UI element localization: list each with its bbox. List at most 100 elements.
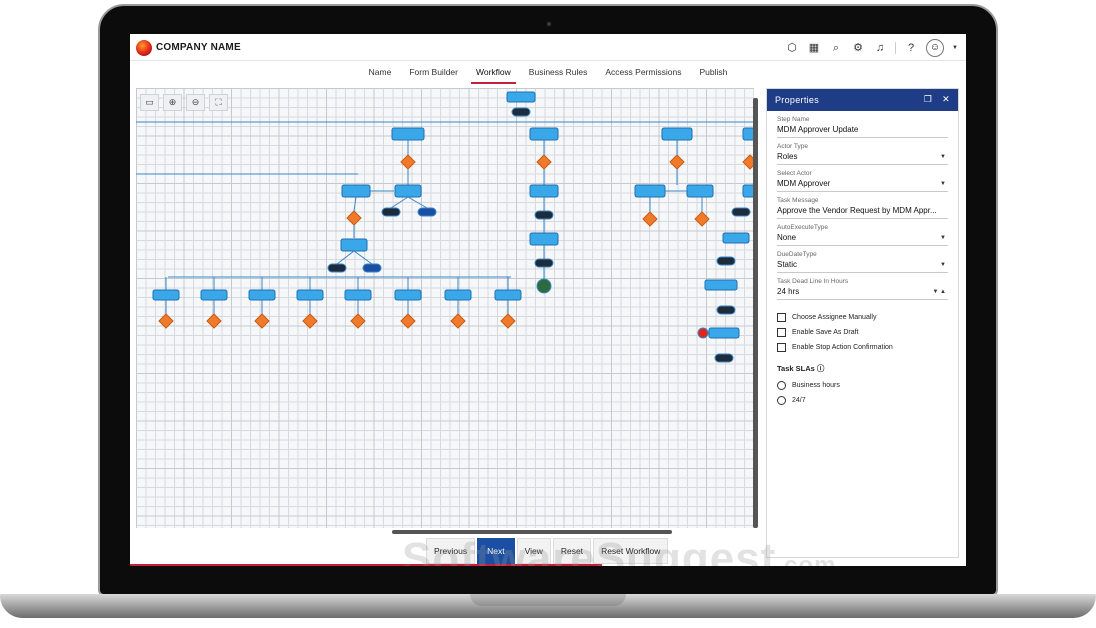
field-label: Task Dead Line In Hours <box>777 278 849 285</box>
workflow-step-node <box>341 184 371 198</box>
connector-line <box>390 196 409 209</box>
properties-title: Properties <box>775 95 820 105</box>
workflow-step-node <box>444 289 472 301</box>
decision-diamond <box>450 313 466 329</box>
checkbox-option[interactable]: Choose Assignee Manually <box>777 310 948 325</box>
company-logo[interactable] <box>136 40 152 56</box>
field-value[interactable]: 24 hrs <box>777 287 948 296</box>
chevron-down-icon[interactable]: ▼ <box>940 235 946 241</box>
field-value[interactable]: Static <box>777 260 948 269</box>
bell-icon[interactable]: ♫ <box>873 40 887 56</box>
property-field[interactable]: Step Name MDM Approver Update <box>777 111 948 138</box>
tools-icon[interactable]: ⚙ <box>851 40 865 56</box>
tab-name[interactable]: Name <box>360 62 401 84</box>
decision-diamond <box>346 210 362 226</box>
end-node <box>536 278 552 294</box>
property-field[interactable]: Task Message Approve the Vendor Request b… <box>777 192 948 219</box>
workflow-canvas[interactable]: ▭ ⊕ ⊖ ⛶ <box>136 88 754 528</box>
workflow-step-node <box>394 184 422 198</box>
decision-diamond <box>400 154 416 170</box>
tab-publish[interactable]: Publish <box>690 62 736 84</box>
property-field[interactable]: Actor Type Roles ▼ <box>777 138 948 165</box>
tab-access-permissions[interactable]: Access Permissions <box>596 62 690 84</box>
chevron-down-icon[interactable]: ▼ <box>940 262 946 268</box>
property-field[interactable]: Task Dead Line In Hours 24 hrs ▼ ▲ <box>777 273 948 300</box>
user-icon[interactable]: ☺ <box>926 39 944 57</box>
workflow-step-node <box>391 127 425 141</box>
radio-label: 24/7 <box>792 397 806 404</box>
close-icon[interactable]: ✕ <box>942 94 950 105</box>
workflow-step-node <box>296 289 324 301</box>
chevron-down-icon[interactable]: ▼ <box>952 40 958 56</box>
chevron-down-icon[interactable]: ▼ <box>940 154 946 160</box>
help-icon[interactable]: ? <box>904 40 918 56</box>
calendar-icon[interactable]: ▦ <box>807 40 821 56</box>
properties-panel: Properties ❐ ✕ Step Name MDM Approver Upd… <box>766 88 959 558</box>
header-icons: ⬡ ▦ ⌕ ⚙ ♫ ? ☺ ▼ <box>785 39 958 57</box>
field-label: Actor Type <box>777 143 808 150</box>
property-field[interactable]: AutoExecuteType None ▼ <box>777 219 948 246</box>
tab-workflow[interactable]: Workflow <box>467 62 520 84</box>
field-value[interactable]: Roles <box>777 152 948 161</box>
action-pill <box>716 305 736 315</box>
checkbox[interactable] <box>777 343 786 352</box>
connector-line <box>407 196 428 209</box>
tab-form-builder[interactable]: Form Builder <box>400 62 467 84</box>
decision-diamond <box>694 211 710 227</box>
camera-icon <box>547 22 551 26</box>
action-pill <box>511 107 531 117</box>
radio-option[interactable]: 24/7 <box>777 393 958 408</box>
workflow-step-node <box>686 184 714 198</box>
properties-fields: Step Name MDM Approver Update Actor Type Ro… <box>767 111 958 300</box>
workflow-step-node <box>708 327 740 339</box>
canvas-vertical-scrollbar[interactable] <box>753 98 758 528</box>
checkbox[interactable] <box>777 313 786 322</box>
field-value[interactable]: MDM Approver <box>777 179 948 188</box>
zoom-out-icon[interactable]: ⊖ <box>186 94 205 111</box>
stepper-icon[interactable]: ▼ ▲ <box>932 289 946 295</box>
workflow-step-node <box>152 289 180 301</box>
checkbox[interactable] <box>777 328 786 337</box>
radio-button[interactable] <box>777 381 786 390</box>
info-icon[interactable]: ⓘ <box>817 364 825 373</box>
fullscreen-icon[interactable]: ⛶ <box>209 94 228 111</box>
action-pill <box>714 353 734 363</box>
connector-line <box>336 250 355 265</box>
field-value[interactable]: Approve the Vendor Request by MDM Appr..… <box>777 206 948 215</box>
action-pill <box>327 263 347 273</box>
field-value[interactable]: None <box>777 233 948 242</box>
top-bar: COMPANY NAME ⬡ ▦ ⌕ ⚙ ♫ ? ☺ ▼ <box>130 34 966 61</box>
decision-diamond <box>642 211 658 227</box>
property-field[interactable]: Select Actor MDM Approver ▼ <box>777 165 948 192</box>
decision-diamond <box>158 313 174 329</box>
workflow-step-node <box>704 279 738 291</box>
zoom-in-icon[interactable]: ⊕ <box>163 94 182 111</box>
fit-icon[interactable]: ▭ <box>140 94 159 111</box>
radio-option[interactable]: Business hours <box>777 378 958 393</box>
property-field[interactable]: DueDateType Static ▼ <box>777 246 948 273</box>
decision-diamond <box>669 154 685 170</box>
task-slas-title: Task SLAs ⓘ <box>777 364 825 373</box>
workflow-step-node <box>634 184 666 198</box>
checkbox-option[interactable]: Enable Stop Action Confirmation <box>777 340 948 355</box>
field-value[interactable]: MDM Approver Update <box>777 125 948 134</box>
cube-icon[interactable]: ⬡ <box>785 40 799 56</box>
workflow-step-node <box>529 184 559 198</box>
workflow-step-node <box>248 289 276 301</box>
checkbox-option[interactable]: Enable Save As Draft <box>777 325 948 340</box>
chevron-down-icon[interactable]: ▼ <box>940 181 946 187</box>
properties-checkboxes: Choose Assignee Manually Enable Save As D… <box>777 310 948 355</box>
decision-diamond <box>350 313 366 329</box>
field-label: AutoExecuteType <box>777 224 828 231</box>
sla-options: Business hours 24/7 <box>767 378 958 408</box>
copy-icon[interactable]: ❐ <box>924 94 932 105</box>
search-icon[interactable]: ⌕ <box>829 40 843 56</box>
tab-business-rules[interactable]: Business Rules <box>520 62 597 84</box>
radio-button[interactable] <box>777 396 786 405</box>
decision-diamond <box>500 313 516 329</box>
field-label: Step Name <box>777 116 810 123</box>
delete-icon <box>697 327 709 339</box>
decision-diamond <box>302 313 318 329</box>
checkbox-label: Enable Save As Draft <box>792 329 859 336</box>
laptop-notch <box>470 594 626 606</box>
